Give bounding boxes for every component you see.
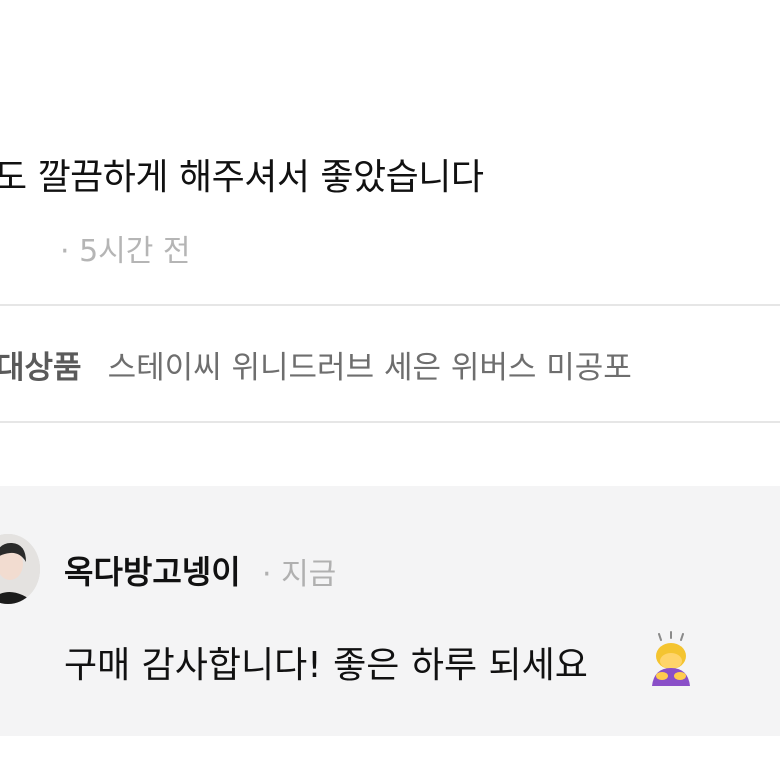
reply-author[interactable]: 옥다방고넹이 [64, 547, 241, 593]
divider [0, 421, 780, 423]
product-name[interactable]: 스테이씨 위니드러브 세은 위버스 미공포 [108, 350, 632, 386]
person-bowing-emoji-icon [652, 631, 690, 686]
review-text: 도 깔끔하게 해주셔서 좋았습니다 [0, 157, 484, 198]
seller-reply-box [0, 486, 780, 736]
review-timestamp: · 5시간 전 [60, 234, 191, 269]
reply-timestamp: · 지금 [262, 557, 337, 592]
divider [0, 304, 780, 306]
product-label: 대상품 [0, 350, 82, 386]
reply-text: 구매 감사합니다! 좋은 하루 되세요 [64, 645, 588, 686]
product-row[interactable]: 대상품 스테이씨 위니드러브 세은 위버스 미공포 [0, 342, 632, 387]
